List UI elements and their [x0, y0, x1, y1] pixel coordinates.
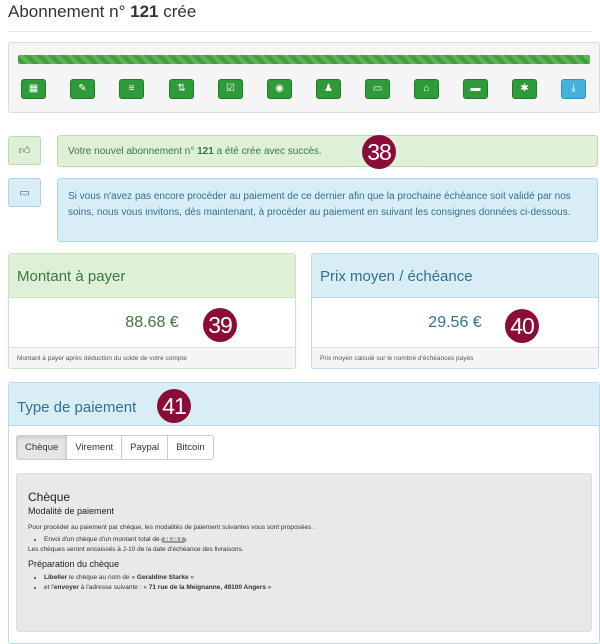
download-check-icon: ⤓: [571, 83, 576, 94]
thumbs-up-button[interactable]: 👍︎: [8, 136, 41, 165]
th-icon: ▦: [28, 83, 39, 94]
annotation-marker: 40: [505, 309, 539, 343]
tab-bitcoin[interactable]: Bitcoin: [167, 435, 214, 460]
wizard-step-button[interactable]: ✱: [512, 79, 537, 99]
annotation-marker: 39: [203, 308, 237, 342]
list-icon: ≡: [128, 83, 135, 94]
amount-badge: 88.68 €: [161, 537, 186, 543]
wizard-step-button[interactable]: ☑: [218, 79, 243, 99]
asterisk-icon: ✱: [520, 83, 529, 94]
amount-card-footer: Montant à payer après déduction du solde…: [9, 347, 295, 368]
tab-cheque[interactable]: Chèque: [16, 435, 68, 460]
average-card-footer: Prix moyen calculé sur le nombre d'échéa…: [312, 347, 598, 368]
wizard-step-button[interactable]: ≡: [119, 79, 144, 99]
info-alert: Si vous n'avez pas encore procéder au pa…: [57, 178, 598, 242]
subscription-number: 121: [130, 2, 159, 21]
payment-terms-heading: Modalité de paiement: [28, 506, 115, 516]
average-card-title: Prix moyen / échéance: [312, 254, 598, 298]
thumbs-up-icon: 👍︎: [18, 145, 31, 157]
wizard-panel: ▦ ✎ ≡ ⇅ ☑ ◉ ♟ ▭ ⌂ ▬ ✱ ⤓: [8, 42, 600, 113]
card-icon: ▭: [372, 83, 383, 94]
list-item: Envoi d'un chèque d'un montant total de …: [44, 536, 579, 543]
wizard-step-button[interactable]: ▦: [21, 79, 46, 99]
progress-fill: [18, 55, 590, 64]
cheque-delay-text: Les chèques seront encaissés à J-10 de l…: [28, 546, 244, 553]
sort-icon: ⇅: [177, 83, 186, 94]
user-icon: ♟: [324, 83, 333, 94]
tab-paypal[interactable]: Paypal: [121, 435, 169, 460]
title-divider: [8, 31, 592, 32]
tab-virement[interactable]: Virement: [66, 435, 123, 460]
cheque-details: Chèque Modalité de paiement Pour procéde…: [16, 473, 592, 632]
amount-card-title: Montant à payer: [9, 254, 295, 298]
wizard-step-button[interactable]: ♟: [316, 79, 341, 99]
amount-value: 88.68 €: [125, 313, 179, 331]
wrench-icon: ✎: [78, 83, 87, 94]
cheque-prep-heading: Préparation du chèque: [28, 559, 120, 569]
cheque-heading: Chèque: [28, 490, 71, 504]
wizard-step-button[interactable]: ✎: [70, 79, 95, 99]
payment-type-title: Type de paiement: [9, 383, 599, 426]
payment-type-panel: Type de paiement Chèque Virement Paypal …: [8, 382, 600, 644]
list-item: et l'envoyer à l'adresse suivante : « 71…: [44, 584, 579, 591]
credit-card-button[interactable]: ▭: [8, 178, 41, 207]
credit-card-icon: ▭: [19, 187, 30, 199]
annotation-marker: 41: [157, 389, 191, 423]
wizard-step-button[interactable]: ▭: [365, 79, 390, 99]
progress-bar: [18, 55, 590, 64]
payment-tabs: Chèque Virement Paypal Bitcoin: [16, 435, 214, 460]
wizard-step-button[interactable]: ⌂: [414, 79, 439, 99]
cheque-intro: Pour procéder au paiement par chèque, le…: [28, 524, 315, 531]
success-alert: Votre nouvel abonnement n° 121 a été cré…: [57, 135, 598, 167]
eye-icon: ◉: [275, 83, 284, 94]
title-suffix: crée: [163, 2, 197, 21]
wizard-step-button[interactable]: ⤓: [561, 79, 586, 99]
check-icon: ☑: [226, 83, 235, 94]
list-item: Libeller le chèque au nom de « Geraldine…: [44, 574, 579, 581]
average-value: 29.56 €: [428, 313, 482, 331]
amount-card: Montant à payer 88.68 € Montant à payer …: [8, 253, 296, 369]
comment-icon: ▬: [470, 83, 481, 94]
cheque-prep-list: Libeller le chèque au nom de « Geraldine…: [44, 574, 579, 591]
wizard-step-button[interactable]: ▬: [463, 79, 488, 99]
annotation-marker: 38: [362, 135, 396, 169]
home-icon: ⌂: [423, 83, 430, 94]
average-card: Prix moyen / échéance 29.56 € Prix moyen…: [311, 253, 599, 369]
cheque-terms-list: Envoi d'un chèque d'un montant total de …: [44, 536, 579, 543]
wizard-step-button[interactable]: ⇅: [169, 79, 194, 99]
page-title: Abonnement n° 121 crée: [8, 2, 196, 22]
wizard-step-button[interactable]: ◉: [267, 79, 292, 99]
title-prefix: Abonnement n°: [8, 2, 126, 21]
